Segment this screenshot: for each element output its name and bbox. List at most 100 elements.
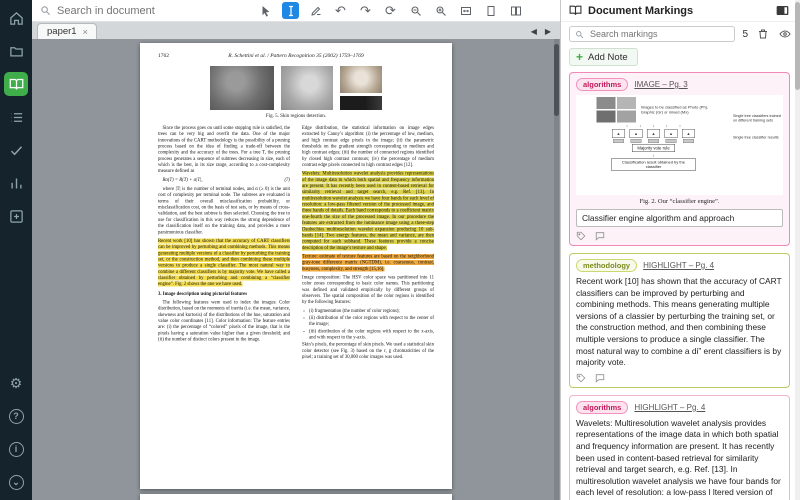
- markings-count: 5: [742, 28, 748, 40]
- sidebar-item-reader[interactable]: [4, 72, 28, 96]
- highlight-wavelets[interactable]: Wavelets: Multiresolution wavelet analys…: [302, 171, 434, 251]
- zoom-in-button[interactable]: [432, 2, 449, 19]
- tag-algorithms[interactable]: algorithms: [576, 78, 629, 91]
- tab-bar: paper1 × ◀ ▶: [32, 22, 560, 39]
- sidebar-item-settings[interactable]: ⚙: [4, 371, 28, 395]
- majority-vote-box: Majority vote rule: [631, 144, 676, 152]
- cursor-tool[interactable]: [257, 2, 274, 19]
- sidebar-item-collapse[interactable]: ⌄: [4, 470, 28, 494]
- sidebar-item-help[interactable]: ?: [4, 404, 28, 428]
- tag-algorithms[interactable]: algorithms: [576, 400, 629, 414]
- marking-image-thumbnail[interactable]: Images to be classified as Photo (Ph), G…: [576, 95, 783, 195]
- figure5-photo-2: [281, 66, 333, 110]
- card-footer: [576, 231, 783, 241]
- marking-link[interactable]: HIGHLIGHT – Pg. 4: [634, 403, 705, 412]
- marker-tool[interactable]: [307, 2, 324, 19]
- add-note-label: Add Note: [588, 51, 628, 63]
- marking-card-highlight-methodology[interactable]: methodology HIGHLIGHT – Pg. 4 Recent wor…: [569, 253, 790, 388]
- tab-paper1[interactable]: paper1 ×: [37, 23, 97, 39]
- card-header: algorithms IMAGE – Pg. 3: [576, 78, 783, 91]
- text-highlight-tool[interactable]: [282, 2, 299, 19]
- rotate-button[interactable]: ⟳: [382, 2, 399, 19]
- paragraph: where |T| is the number of terminal node…: [158, 186, 290, 235]
- running-header-text: R. Schettini et al. / Pattern Recognitio…: [228, 53, 364, 59]
- fit-width-button[interactable]: [457, 2, 474, 19]
- sidebar-item-statistics[interactable]: [4, 171, 28, 195]
- fit-page-button[interactable]: [482, 2, 499, 19]
- delete-markings-button[interactable]: [755, 27, 770, 42]
- panel-scrollbar-thumb[interactable]: [795, 2, 800, 90]
- sidebar-item-info[interactable]: i: [4, 437, 28, 461]
- fit-page-icon: [487, 5, 494, 16]
- equation-7: Rα(T) = R(T) + α|T|, (7): [158, 177, 291, 183]
- page-number: 1762: [158, 53, 169, 59]
- sidebar-item-add-document[interactable]: [4, 204, 28, 228]
- panel-title: Document Markings: [588, 4, 694, 17]
- markings-header: Document Markings: [561, 0, 800, 22]
- markings-controls: 5: [561, 22, 800, 46]
- figure5-photo-stack: [340, 66, 382, 110]
- running-header: 1762 R. Schettini et al. / Pattern Recog…: [158, 53, 434, 60]
- panel-toggle-glyph: [776, 5, 789, 15]
- two-page-view-button[interactable]: [507, 2, 524, 19]
- redo-button[interactable]: ↷: [357, 2, 374, 19]
- card-header: algorithms HIGHLIGHT – Pg. 4: [576, 400, 783, 414]
- paragraph: Since the process goes on until some sto…: [158, 125, 290, 174]
- sidebar-item-tasks[interactable]: [4, 138, 28, 162]
- highlight-texture[interactable]: Texture: estimate of texture features ar…: [302, 253, 434, 272]
- sidebar-item-annotations[interactable]: [4, 105, 28, 129]
- diagram-side-notes: Single tree classifiers trained on diffe…: [733, 97, 781, 171]
- marker-pen-icon: [310, 6, 320, 16]
- marking-card-highlight-algorithms[interactable]: algorithms HIGHLIGHT – Pg. 4 Wavelets: M…: [569, 394, 790, 500]
- marking-card-image[interactable]: algorithms IMAGE – Pg. 3 Images to be cl…: [569, 72, 790, 246]
- panel-toggle-icon[interactable]: [776, 4, 792, 18]
- figure5-caption: Fig. 5. Skin regions detection.: [265, 114, 327, 119]
- markings-search[interactable]: [569, 26, 736, 42]
- comment-icon[interactable]: [595, 373, 605, 383]
- zoom-out-button[interactable]: [407, 2, 424, 19]
- chevron-down-circle-icon: ⌄: [8, 474, 24, 490]
- toggle-visibility-button[interactable]: [777, 27, 792, 42]
- sidebar-item-home[interactable]: [4, 6, 28, 30]
- info-icon: i: [8, 441, 24, 457]
- marking-caption-input[interactable]: Classifier engine algorithm and approach: [576, 209, 783, 227]
- document-area: ↶ ↷ ⟳: [32, 0, 560, 500]
- tag-icon[interactable]: [576, 231, 586, 241]
- tag-methodology[interactable]: methodology: [576, 259, 638, 272]
- highlight-text[interactable]: Recent work [10] has shown that the accu…: [158, 238, 290, 287]
- add-note-button[interactable]: + Add Note: [569, 48, 638, 66]
- highlight-text[interactable]: Wavelets: Multiresolution wavelet analys…: [302, 171, 434, 251]
- comment-icon[interactable]: [595, 231, 605, 241]
- marking-link[interactable]: IMAGE – Pg. 3: [634, 80, 687, 89]
- next-page-icon[interactable]: ▶: [545, 27, 551, 36]
- undo-button[interactable]: ↶: [332, 2, 349, 19]
- previous-page-icon[interactable]: ◀: [531, 27, 537, 36]
- equation-text: Rα(T) = R(T) + α|T|,: [162, 177, 203, 183]
- card-header: methodology HIGHLIGHT – Pg. 4: [576, 259, 783, 272]
- app-window: ⚙ ? i ⌄ Search in document ↶ ↷ ⟳ paper1 …: [0, 0, 800, 500]
- highlight-text[interactable]: Texture: estimate of texture features ar…: [302, 253, 434, 272]
- document-search-input[interactable]: [55, 3, 205, 18]
- highlight-excerpt: Wavelets: Multiresolution wavelet analys…: [576, 417, 781, 500]
- tree-classifiers: ▲ ▲ ▲ ▲ ▲: [612, 129, 695, 138]
- document-search[interactable]: [40, 3, 225, 18]
- down-arrows: ↓ ↓ ↓ ↓ ↓: [625, 123, 682, 128]
- page-text: Since the process goes on until some sto…: [158, 125, 434, 487]
- tab-close-icon[interactable]: ×: [83, 27, 88, 37]
- panel-scrollbar[interactable]: [795, 0, 800, 500]
- open-book-icon: [9, 78, 23, 90]
- viewer-scrollbar-thumb[interactable]: [554, 44, 559, 116]
- highlight-excerpt: Recent work [10] has shown that the accu…: [576, 276, 782, 368]
- paragraph: Edge distribution, the statistical infor…: [302, 125, 434, 168]
- plus-icon: +: [576, 50, 584, 64]
- markings-search-input[interactable]: [588, 28, 730, 40]
- marking-link[interactable]: HIGHLIGHT – Pg. 4: [643, 261, 714, 270]
- tab-label: paper1: [47, 26, 77, 37]
- sidebar-item-documents[interactable]: [4, 39, 28, 63]
- highlight-recent-work[interactable]: Recent work [10] has shown that the accu…: [158, 238, 290, 287]
- tag-icon[interactable]: [576, 373, 586, 383]
- two-page-icon: [510, 6, 521, 15]
- viewer-scrollbar[interactable]: [554, 39, 559, 500]
- search-icon: [576, 30, 584, 38]
- pdf-viewer[interactable]: 1762 R. Schettini et al. / Pattern Recog…: [32, 39, 560, 500]
